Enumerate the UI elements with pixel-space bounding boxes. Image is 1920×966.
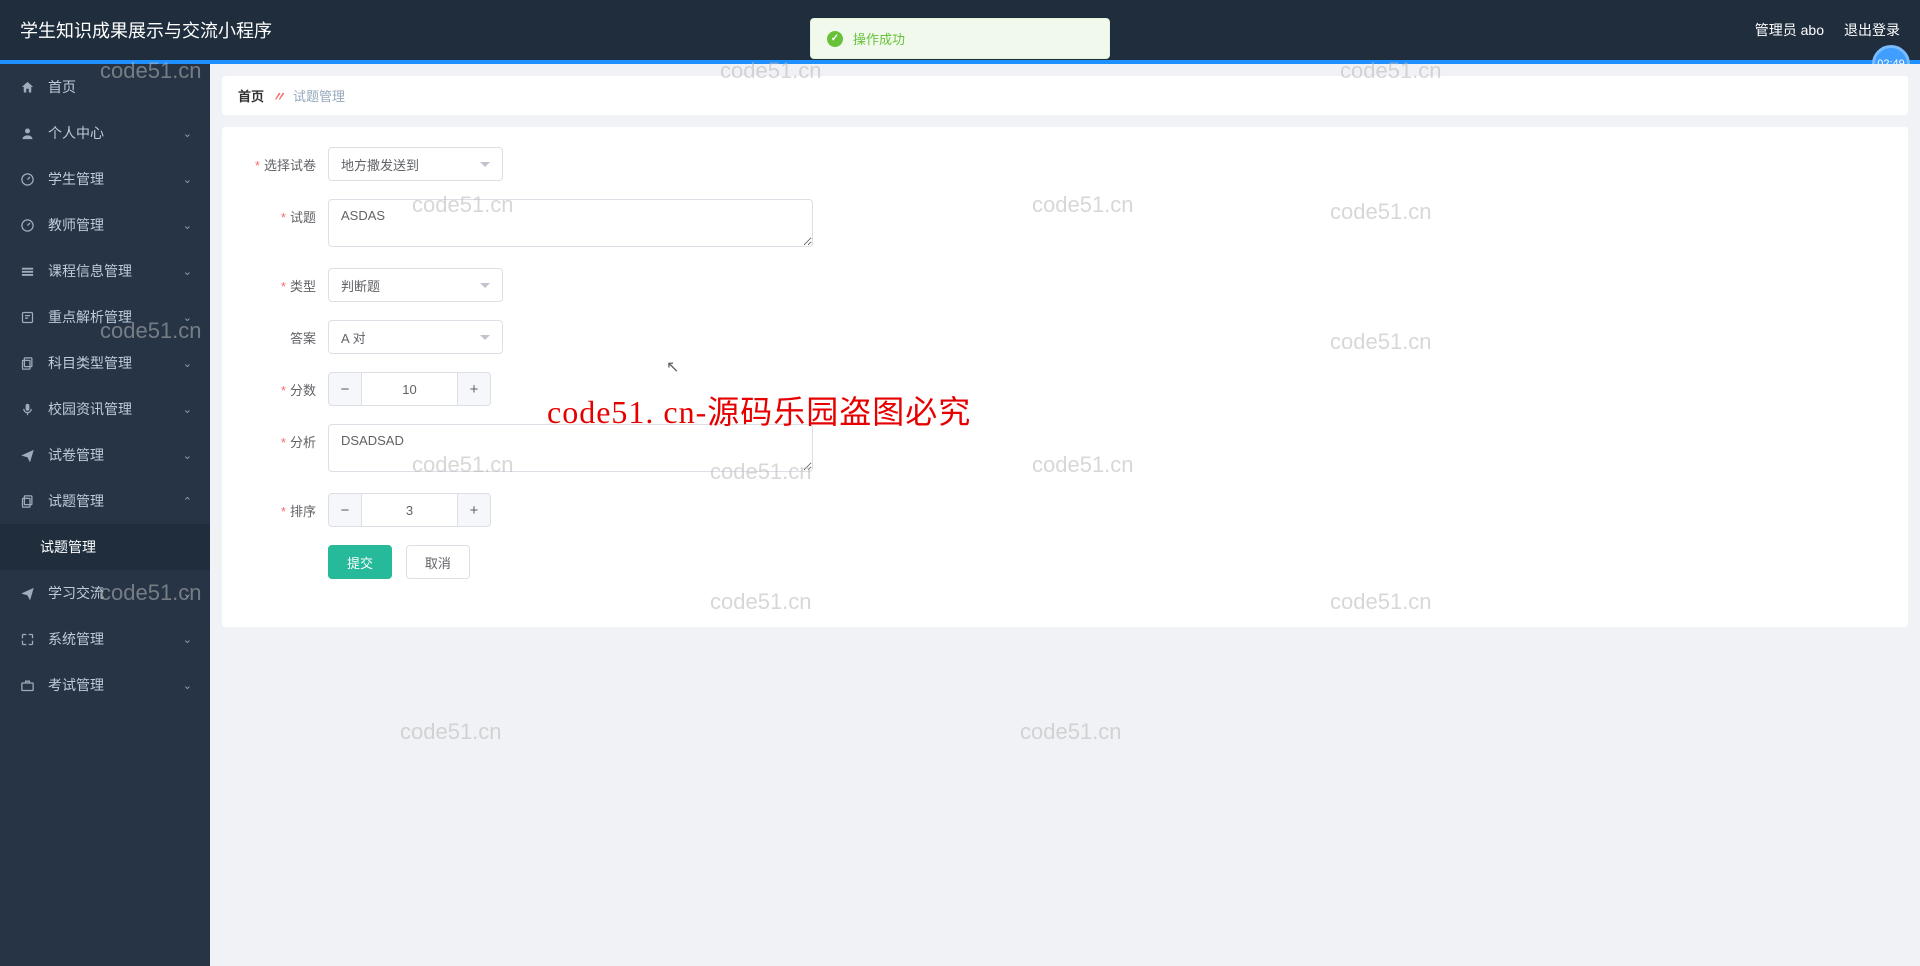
breadcrumb-current: 试题管理 [293, 86, 345, 105]
chevron-down-icon: ⌄ [183, 265, 192, 278]
chevron-down-icon: ⌄ [183, 357, 192, 370]
sidebar-item-home[interactable]: 首页 [0, 64, 210, 110]
copy-icon [20, 494, 38, 509]
sidebar-item-label: 考试管理 [48, 675, 104, 695]
chevron-down-icon: ⌄ [183, 219, 192, 232]
cancel-button[interactable]: 取消 [406, 545, 470, 579]
select-paper[interactable]: 地方撒发送到 [328, 147, 503, 181]
toast-text: 操作成功 [853, 29, 905, 48]
label-type: 类型 [238, 268, 328, 295]
gauge-icon [20, 218, 38, 233]
breadcrumb-sep-icon: 〃 [272, 86, 285, 105]
sidebar-item-label: 个人中心 [48, 123, 104, 143]
chevron-down-icon: ⌄ [183, 403, 192, 416]
mic-icon [20, 402, 38, 417]
sidebar-item-subject[interactable]: 科目类型管理 ⌄ [0, 340, 210, 386]
score-decrease-button[interactable]: − [328, 372, 362, 406]
label-question: 试题 [238, 199, 328, 226]
layers-icon [20, 264, 38, 279]
sidebar-item-exam[interactable]: 考试管理 ⌄ [0, 662, 210, 708]
label-answer: 答案 [238, 320, 328, 347]
score-increase-button[interactable]: + [457, 372, 491, 406]
watermark-text: code51.cn [1020, 719, 1122, 745]
sidebar-item-label: 系统管理 [48, 629, 104, 649]
header-right: 管理员 abo 退出登录 [1755, 20, 1900, 40]
sidebar-item-label: 试卷管理 [48, 445, 104, 465]
sidebar-item-question[interactable]: 试题管理 ⌃ [0, 478, 210, 524]
chevron-down-icon: ⌄ [183, 587, 192, 600]
chevron-down-icon: ⌄ [183, 633, 192, 646]
sidebar: 首页 个人中心 ⌄ 学生管理 ⌄ 教师管理 ⌄ 课程信息管理 ⌄ 重点解析管理 … [0, 64, 210, 966]
submit-button[interactable]: 提交 [328, 545, 392, 579]
home-icon [20, 80, 38, 95]
sidebar-item-label: 科目类型管理 [48, 353, 132, 373]
sidebar-item-label: 教师管理 [48, 215, 104, 235]
sidebar-item-system[interactable]: 系统管理 ⌄ [0, 616, 210, 662]
chevron-down-icon: ⌄ [183, 449, 192, 462]
sidebar-item-label: 试题管理 [40, 537, 96, 557]
copy-icon [20, 356, 38, 371]
sidebar-item-study[interactable]: 学习交流 ⌄ [0, 570, 210, 616]
score-stepper: − + [328, 372, 491, 406]
analysis-textarea[interactable] [328, 424, 813, 472]
sidebar-item-label: 首页 [48, 77, 76, 97]
sidebar-item-label: 学习交流 [48, 583, 104, 603]
form-card: 选择试卷 地方撒发送到 试题 类型 判断题 答案 A [222, 127, 1908, 627]
gauge-icon [20, 172, 38, 187]
sidebar-item-label: 试题管理 [48, 491, 104, 511]
order-increase-button[interactable]: + [457, 493, 491, 527]
answer-select[interactable]: A 对 [328, 320, 503, 354]
expand-icon [20, 632, 38, 647]
sidebar-item-label: 校园资讯管理 [48, 399, 132, 419]
label-score: 分数 [238, 372, 328, 399]
plane-icon [20, 586, 38, 601]
score-input[interactable] [362, 372, 457, 406]
note-icon [20, 310, 38, 325]
question-textarea[interactable] [328, 199, 813, 247]
label-analysis: 分析 [238, 424, 328, 451]
chevron-down-icon: ⌄ [183, 311, 192, 324]
user-icon [20, 126, 38, 141]
sidebar-item-label: 课程信息管理 [48, 261, 132, 281]
chevron-down-icon: ⌄ [183, 173, 192, 186]
sidebar-item-exam-paper[interactable]: 试卷管理 ⌄ [0, 432, 210, 478]
sidebar-item-profile[interactable]: 个人中心 ⌄ [0, 110, 210, 156]
app-header: 学生知识成果展示与交流小程序 ✓ 操作成功 管理员 abo 退出登录 02:49 [0, 0, 1920, 60]
sidebar-item-label: 学生管理 [48, 169, 104, 189]
sidebar-item-news[interactable]: 校园资讯管理 ⌄ [0, 386, 210, 432]
watermark-text: code51.cn [400, 719, 502, 745]
success-toast: ✓ 操作成功 [810, 18, 1110, 59]
order-input[interactable] [362, 493, 457, 527]
sidebar-item-keypoint[interactable]: 重点解析管理 ⌄ [0, 294, 210, 340]
breadcrumb: 首页 〃 试题管理 [222, 76, 1908, 115]
chevron-up-icon: ⌃ [183, 495, 192, 508]
label-order: 排序 [238, 493, 328, 520]
main-content: 首页 〃 试题管理 选择试卷 地方撒发送到 试题 类型 判断题 [210, 64, 1920, 966]
breadcrumb-home[interactable]: 首页 [238, 86, 264, 105]
sidebar-item-label: 重点解析管理 [48, 307, 132, 327]
label-select-paper: 选择试卷 [238, 147, 328, 174]
order-decrease-button[interactable]: − [328, 493, 362, 527]
app-title: 学生知识成果展示与交流小程序 [20, 17, 272, 43]
chevron-down-icon: ⌄ [183, 679, 192, 692]
paper-plane-icon [20, 448, 38, 463]
chevron-down-icon: ⌄ [183, 127, 192, 140]
check-icon: ✓ [827, 31, 843, 47]
order-stepper: − + [328, 493, 491, 527]
briefcase-icon [20, 678, 38, 693]
sidebar-item-course[interactable]: 课程信息管理 ⌄ [0, 248, 210, 294]
logout-link[interactable]: 退出登录 [1844, 20, 1900, 40]
sidebar-item-student[interactable]: 学生管理 ⌄ [0, 156, 210, 202]
current-user[interactable]: 管理员 abo [1755, 20, 1824, 40]
sidebar-item-teacher[interactable]: 教师管理 ⌄ [0, 202, 210, 248]
type-select[interactable]: 判断题 [328, 268, 503, 302]
sidebar-subitem-question[interactable]: 试题管理 [0, 524, 210, 570]
